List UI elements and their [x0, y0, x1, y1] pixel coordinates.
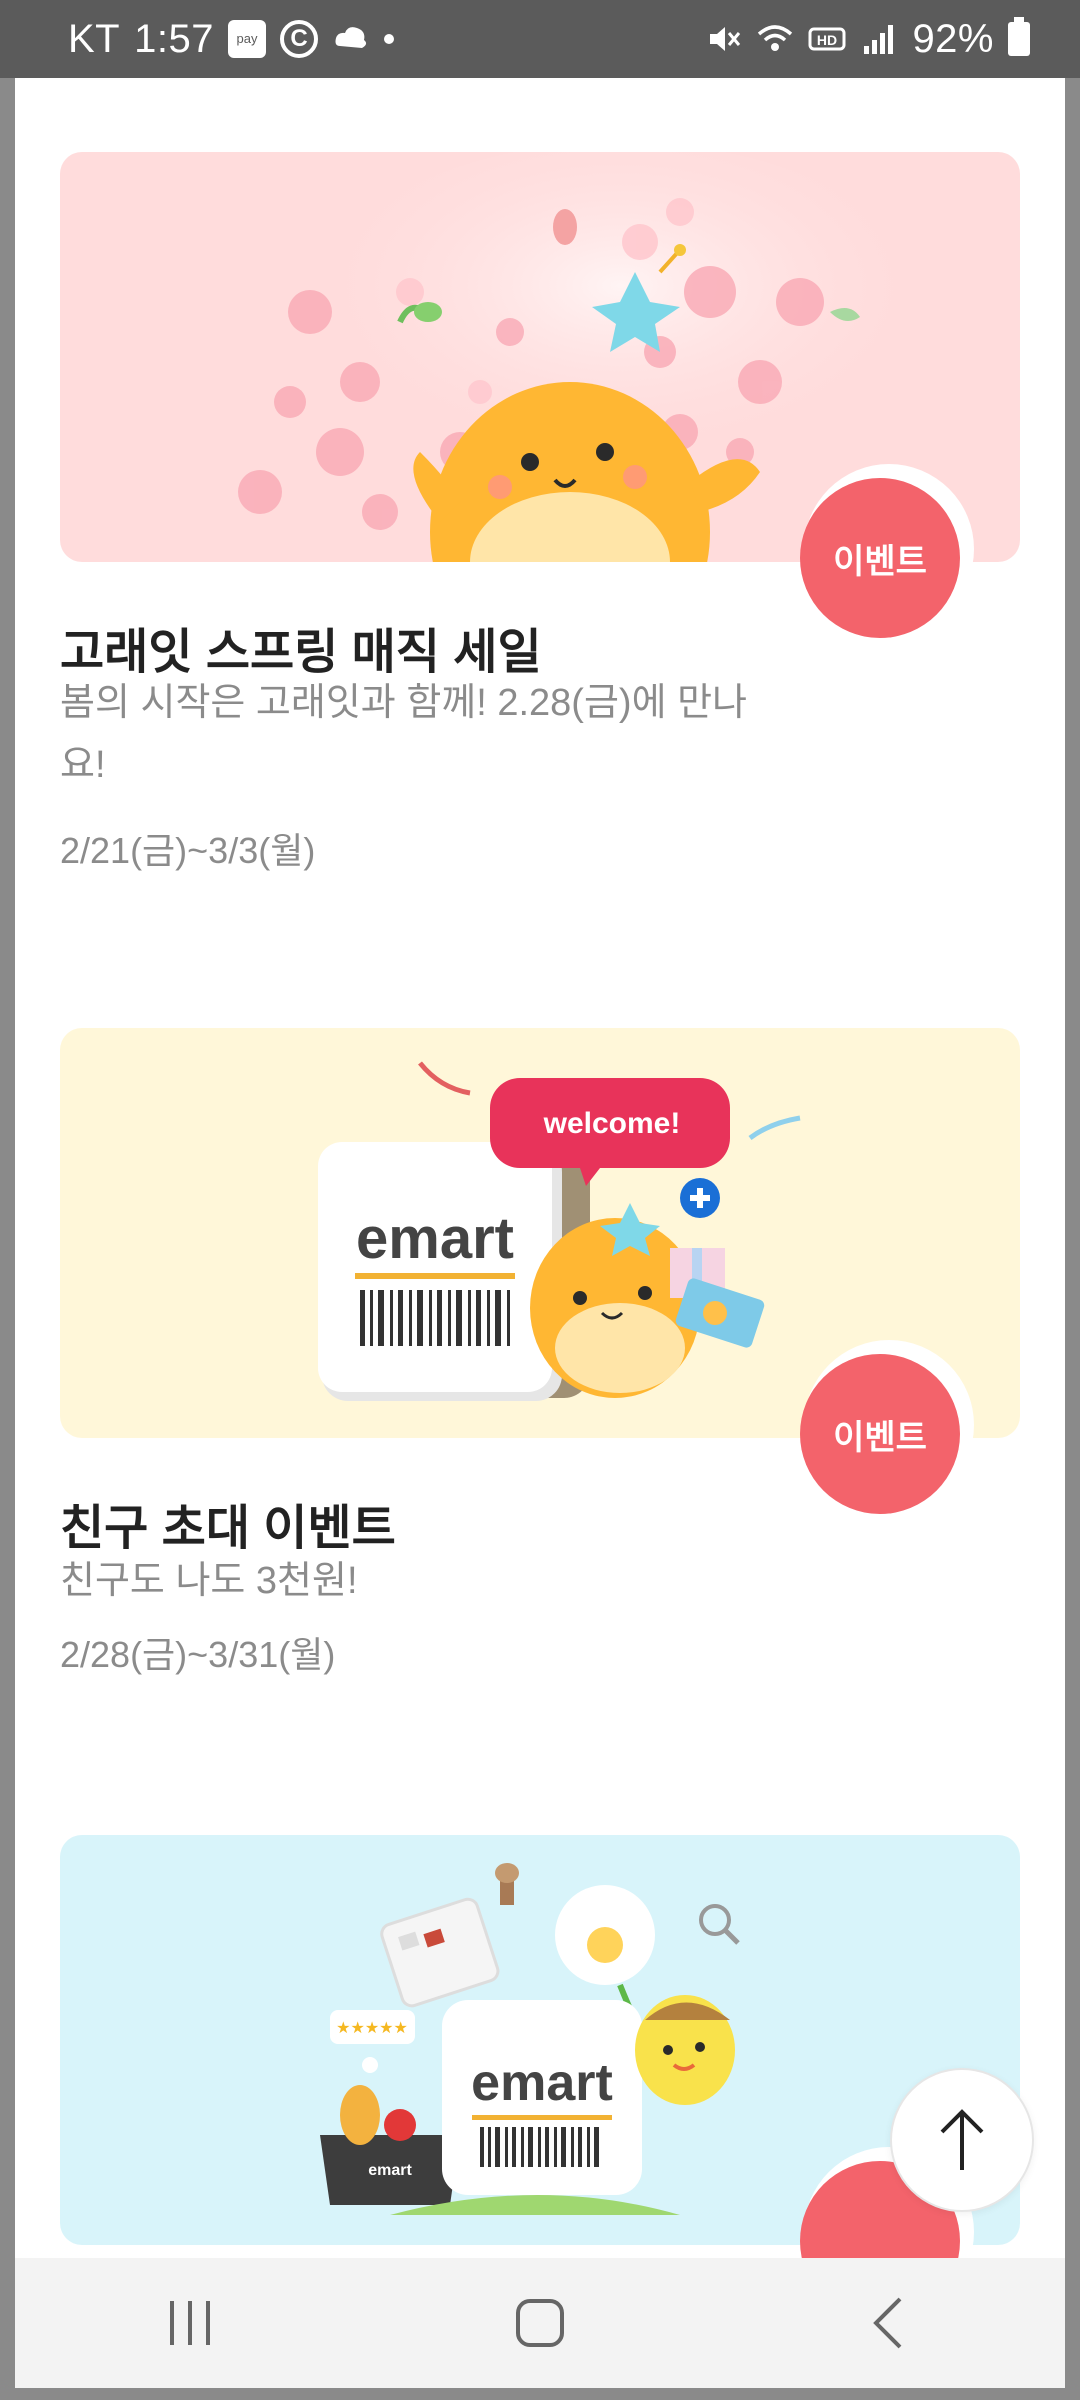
scroll-to-top-button[interactable] [890, 2068, 1034, 2212]
carrier-label: KT [68, 16, 121, 61]
notification-dot-icon [383, 34, 394, 44]
event-badge: 이벤트 [800, 478, 960, 638]
home-icon [516, 2299, 564, 2347]
signal-icon [864, 25, 894, 54]
banner-welcome-text: welcome! [543, 1107, 681, 1140]
status-left: KT 1:57 pay C [68, 17, 394, 62]
battery-percent: 92% [912, 16, 994, 61]
event-description: 친구도 나도 3천원! [60, 1560, 358, 1602]
clock: 1:57 [134, 16, 214, 61]
status-right: HD 92% [704, 17, 1030, 62]
mute-icon [710, 27, 741, 51]
banner-brand-text: emart [356, 1206, 514, 1271]
hd-icon: HD [808, 27, 846, 51]
event-title[interactable]: 친구 초대 이벤트 [60, 1488, 396, 1558]
cloud-icon [335, 27, 367, 48]
status-bar: KT 1:57 pay C HD 92% [0, 0, 1080, 78]
event-card-emart[interactable]: ★★★★★ emart emart [60, 1835, 1020, 2258]
svg-text:HD: HD [817, 32, 837, 48]
event-date: 2/21(금)~3/3(월) [60, 830, 316, 871]
banner-brand-text: emart [471, 2054, 613, 2112]
event-badge: 이벤트 [800, 1354, 960, 1514]
event-description: 봄의 시작은 고래잇과 함께! 2.28(금)에 만나요! [60, 682, 748, 786]
back-icon [873, 2297, 902, 2349]
arrow-up-icon [940, 2109, 984, 2170]
event-date: 2/28(금)~3/31(월) [60, 1634, 336, 1675]
wifi-icon [758, 25, 793, 51]
event-list[interactable]: 이벤트 고래잇 스프링 매직 세일 봄의 시작은 고래잇과 함께! 2.28(금… [15, 78, 1065, 2258]
battery-icon [1008, 17, 1030, 56]
event-card-friend-invite[interactable]: emart welcome! 이벤트 친구 초대 이벤트 친구도 나도 3천원!… [60, 1028, 1020, 1675]
recent-apps-button[interactable] [130, 2263, 250, 2383]
recent-apps-icon [170, 2301, 210, 2345]
event-card-spring-sale[interactable]: 이벤트 고래잇 스프링 매직 세일 봄의 시작은 고래잇과 함께! 2.28(금… [60, 152, 1020, 871]
c-icon: C [279, 20, 318, 58]
svg-text:★★★★★: ★★★★★ [336, 2018, 408, 2037]
system-nav-bar [15, 2258, 1065, 2388]
pay-icon: pay [227, 20, 266, 58]
back-button[interactable] [830, 2263, 950, 2383]
basket-brand-text: emart [368, 2162, 412, 2179]
home-button[interactable] [480, 2263, 600, 2383]
